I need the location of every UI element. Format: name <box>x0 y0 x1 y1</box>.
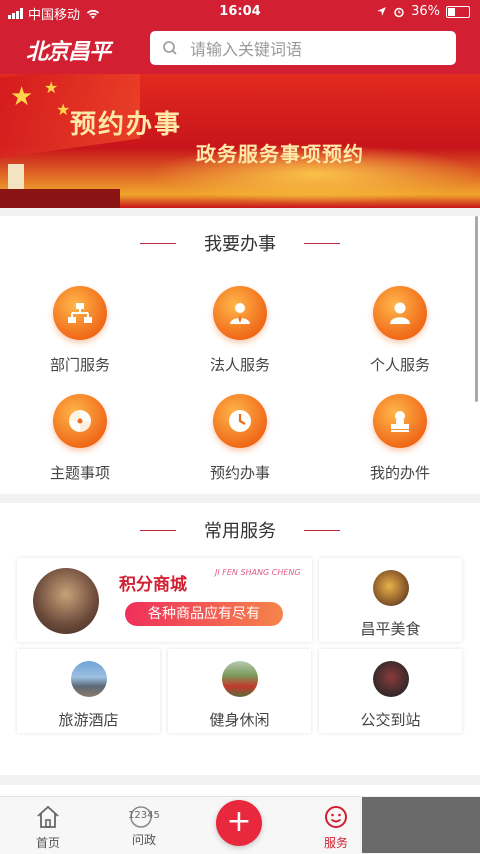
search-placeholder: 请输入关键词语 <box>190 40 303 59</box>
section-title: 我要办事 <box>0 230 480 256</box>
star-icon: ★ <box>56 100 71 119</box>
tab-home[interactable]: 首页 <box>18 805 78 851</box>
smile-icon <box>325 806 347 828</box>
search-icon <box>163 41 177 55</box>
food-thumbnail <box>372 570 409 606</box>
tiananmen-decoration <box>0 189 120 208</box>
service-personal[interactable]: 个人服务 <box>320 286 480 375</box>
banner-subtitle: 政务服务事项预约 <box>196 142 364 166</box>
business-person-icon <box>213 286 267 340</box>
service-card-food[interactable]: 昌平美食 <box>319 558 462 642</box>
service-label: 我的办件 <box>369 464 430 482</box>
location-icon <box>377 7 386 16</box>
fitness-thumbnail <box>221 661 258 697</box>
clock-icon <box>213 394 267 448</box>
org-chart-icon <box>53 286 107 340</box>
travel-thumbnail <box>70 661 107 697</box>
app-header: 北京昌平 请输入关键词语 <box>0 24 480 74</box>
banner-carousel[interactable]: ★ ★ ★ 预约办事 政务服务事项预约 <box>0 74 480 208</box>
person-icon <box>373 286 427 340</box>
card-label: 旅游酒店 <box>58 711 119 729</box>
service-legal-person[interactable]: 法人服务 <box>160 286 320 375</box>
banner-title: 预约办事 <box>70 110 183 140</box>
service-card-bus[interactable]: 公交到站 <box>319 649 462 733</box>
section-title: 常用服务 <box>0 517 480 543</box>
theme-pinwheel-icon <box>53 394 107 448</box>
tab-label: 首页 <box>35 836 60 850</box>
tab-services[interactable]: 服务 <box>306 805 366 851</box>
add-button[interactable]: + <box>216 800 262 846</box>
scrollbar[interactable] <box>475 216 478 402</box>
tab-label: 问政 <box>131 833 156 847</box>
card-label: 昌平美食 <box>360 620 421 638</box>
service-label: 个人服务 <box>369 356 430 374</box>
stamp-icon <box>373 394 427 448</box>
tab-label: 服务 <box>323 836 348 850</box>
mall-thumbnail <box>33 568 99 634</box>
services-panel: 我要办事 部门服务 法人服务 个人服务 主题事项 预约办事 我的办件 <box>0 216 480 494</box>
service-label: 主题事项 <box>49 464 110 482</box>
hotline-12345-icon: 12345 <box>114 805 174 829</box>
service-appointment[interactable]: 预约办事 <box>160 394 320 483</box>
mall-pinyin: JI FEN SHANG CHENG <box>215 568 301 577</box>
mall-tagline-pill: 各种商品应有尽有 <box>125 602 283 626</box>
overlay-thumbnail <box>362 797 480 853</box>
alarm-icon <box>394 7 404 17</box>
status-bar: 中国移动 16:04 36% <box>0 0 480 24</box>
service-card-fitness[interactable]: 健身休闲 <box>168 649 311 733</box>
home-icon <box>37 805 59 828</box>
bus-thumbnail <box>372 661 409 697</box>
service-label: 法人服务 <box>209 356 270 374</box>
search-input[interactable]: 请输入关键词语 <box>150 31 456 65</box>
bottom-tab-bar: 首页 12345 问政 服务 <box>0 796 360 854</box>
service-department[interactable]: 部门服务 <box>0 286 160 375</box>
mall-title: 积分商城 <box>119 575 187 595</box>
service-card-travel[interactable]: 旅游酒店 <box>17 649 160 733</box>
service-theme[interactable]: 主题事项 <box>0 394 160 483</box>
card-label: 公交到站 <box>360 711 421 729</box>
points-mall-card[interactable]: 积分商城 JI FEN SHANG CHENG 各种商品应有尽有 <box>17 558 312 642</box>
card-label: 健身休闲 <box>209 711 270 729</box>
tab-inquiry[interactable]: 12345 问政 <box>114 805 174 848</box>
service-label: 部门服务 <box>49 356 110 374</box>
service-my-cases[interactable]: 我的办件 <box>320 394 480 483</box>
app-logo: 北京昌平 <box>26 40 111 65</box>
service-label: 预约办事 <box>209 464 270 482</box>
battery-percent: 36% <box>411 4 440 19</box>
common-services-panel: 常用服务 积分商城 JI FEN SHANG CHENG 各种商品应有尽有 昌平… <box>0 503 480 775</box>
battery-icon <box>446 5 470 18</box>
star-icon: ★ <box>44 78 59 97</box>
star-icon: ★ <box>10 82 34 112</box>
